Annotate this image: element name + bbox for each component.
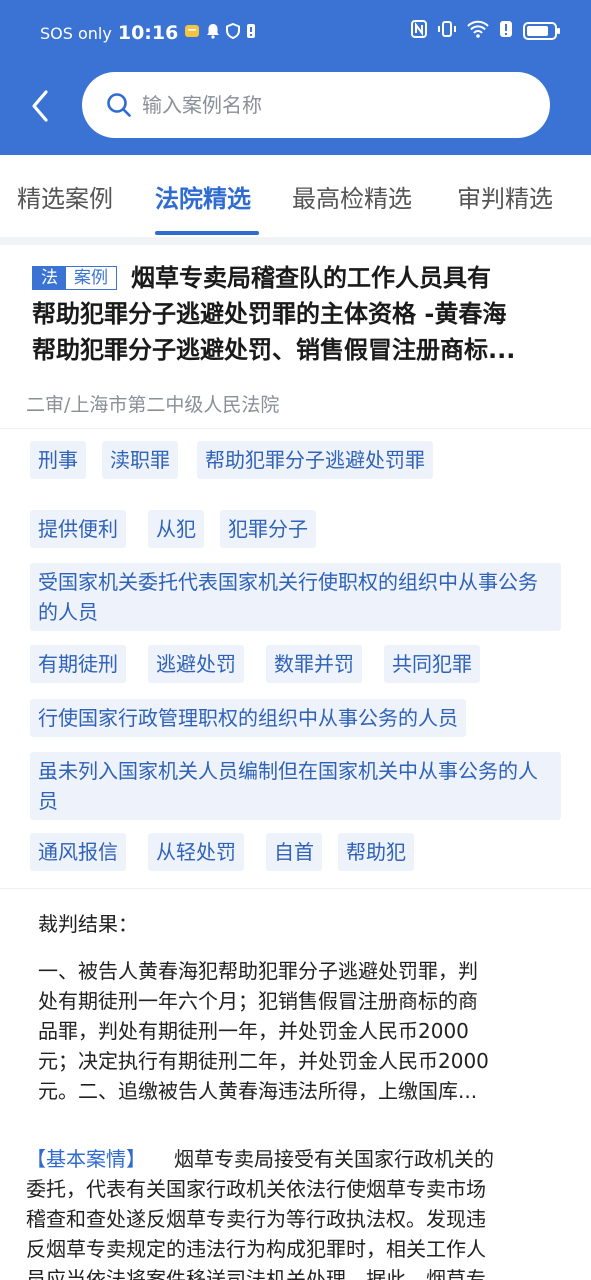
divider <box>0 428 591 429</box>
tag[interactable]: 通风报信 <box>30 833 126 871</box>
status-bar: SOS only 10:16 <box>0 0 591 66</box>
title-line-1: 烟草专卖局稽查队的工作人员具有 <box>131 264 491 292</box>
vibrate-icon <box>437 20 457 42</box>
bell-icon <box>206 23 220 43</box>
title-line-2: 帮助犯罪分子逃避处罚罪的主体资格 -黄春海 <box>32 300 507 328</box>
tab-bar: 精选案例 法院精选 最高检精选 审判精选 <box>0 155 591 237</box>
basic-case-line: 【基本案情】 烟草专卖局接受有关国家行政机关的 <box>26 1144 566 1174</box>
battery-icon <box>523 22 560 40</box>
judgment-line: 元。二、追缴被告人黄春海违法所得，上缴国库... <box>38 1079 478 1103</box>
clock: 10:16 <box>117 22 179 44</box>
case-title[interactable]: 法案例 烟草专卖局稽查队的工作人员具有 帮助犯罪分子逃避处罚罪的主体资格 -黄春海… <box>32 260 562 368</box>
status-right <box>411 20 560 42</box>
tag[interactable]: 共同犯罪 <box>384 645 480 683</box>
carrier-label: SOS only <box>40 23 112 43</box>
tab-featured-cases[interactable]: 精选案例 <box>17 179 113 214</box>
tag[interactable]: 从轻处罚 <box>148 833 244 871</box>
warning-icon <box>499 20 513 42</box>
tag[interactable]: 帮助犯罪分子逃避处罚罪 <box>197 441 433 479</box>
tag[interactable]: 提供便利 <box>30 510 126 548</box>
back-button[interactable] <box>26 86 58 126</box>
search-input[interactable] <box>142 93 522 117</box>
app-header: SOS only 10:16 <box>0 0 591 155</box>
tag[interactable]: 渎职罪 <box>102 441 178 479</box>
back-arrow-icon <box>32 90 48 122</box>
divider <box>0 888 591 889</box>
tag[interactable]: 虽未列入国家机关人员编制但在国家机关中从事公务的人员 <box>30 752 561 820</box>
judgment-line: 一、被告人黄春海犯帮助犯罪分子逃避处罚罪，判 <box>38 959 478 983</box>
nfc-icon <box>411 20 427 42</box>
tag[interactable]: 自首 <box>266 833 322 871</box>
tag[interactable]: 数罪并罚 <box>266 645 362 683</box>
court-info: 二审/上海市第二中级人民法院 <box>26 394 280 416</box>
search-icon <box>107 93 131 117</box>
judgment-heading: 裁判结果： <box>38 912 138 936</box>
judgment-line: 处有期徒刑一年六个月；犯销售假冒注册商标的商 <box>38 989 478 1013</box>
shield-icon <box>226 22 241 43</box>
tag[interactable]: 逃避处罚 <box>148 645 244 683</box>
tab-court-featured[interactable]: 法院精选 <box>155 179 251 214</box>
tag[interactable]: 犯罪分子 <box>220 510 316 548</box>
tab-procuratorate-featured[interactable]: 最高检精选 <box>292 179 412 214</box>
basic-case-first-line: 烟草专卖局接受有关国家行政机关的 <box>174 1147 494 1171</box>
tag[interactable]: 从犯 <box>148 510 204 548</box>
alert-icon <box>246 23 256 43</box>
search-bar[interactable] <box>82 72 550 138</box>
tag[interactable]: 刑事 <box>30 441 86 479</box>
section-separator <box>0 237 591 245</box>
badge-label: 案例 <box>74 268 108 288</box>
tag[interactable]: 有期徒刑 <box>30 645 126 683</box>
basic-case-line: 委托，代表有关国家行政机关依法行使烟草专卖市场 <box>26 1177 486 1201</box>
tag[interactable]: 帮助犯 <box>338 833 414 871</box>
active-tab-indicator <box>155 231 259 235</box>
basic-case-label: 【基本案情】 <box>26 1147 146 1171</box>
judgment-line: 元；决定执行有期徒刑二年，并处罚金人民币2000 <box>38 1049 489 1073</box>
wifi-icon <box>467 20 489 42</box>
judgment-text: 一、被告人黄春海犯帮助犯罪分子逃避处罚罪，判 处有期徒刑一年六个月；犯销售假冒注… <box>38 956 558 1106</box>
case-type-badge: 法案例 <box>32 266 117 290</box>
title-line-3: 帮助犯罪分子逃避处罚、销售假冒注册商标... <box>32 336 516 364</box>
notification-icon <box>184 23 200 43</box>
status-left: SOS only 10:16 <box>40 22 256 44</box>
basic-case-line: 反烟草专卖规定的违法行为构成犯罪时，相关工作人 <box>26 1237 486 1261</box>
tag[interactable]: 受国家机关委托代表国家机关行使职权的组织中从事公务的人员 <box>30 563 561 631</box>
basic-case-line: 员应当依法将案件移送司法机关处理。据此，烟草专 <box>26 1267 486 1280</box>
badge-type: 法 <box>33 267 66 289</box>
judgment-line: 品罪，判处有期徒刑一年，并处罚金人民币2000 <box>38 1019 469 1043</box>
tab-trial-featured[interactable]: 审判精选 <box>457 179 553 214</box>
tag[interactable]: 行使国家行政管理职权的组织中从事公务的人员 <box>30 699 466 737</box>
basic-case-line: 稽查和查处遂反烟草专卖行为等行政执法权。发现违 <box>26 1207 486 1231</box>
basic-case-section: 【基本案情】 烟草专卖局接受有关国家行政机关的 委托，代表有关国家行政机关依法行使… <box>26 1144 566 1280</box>
